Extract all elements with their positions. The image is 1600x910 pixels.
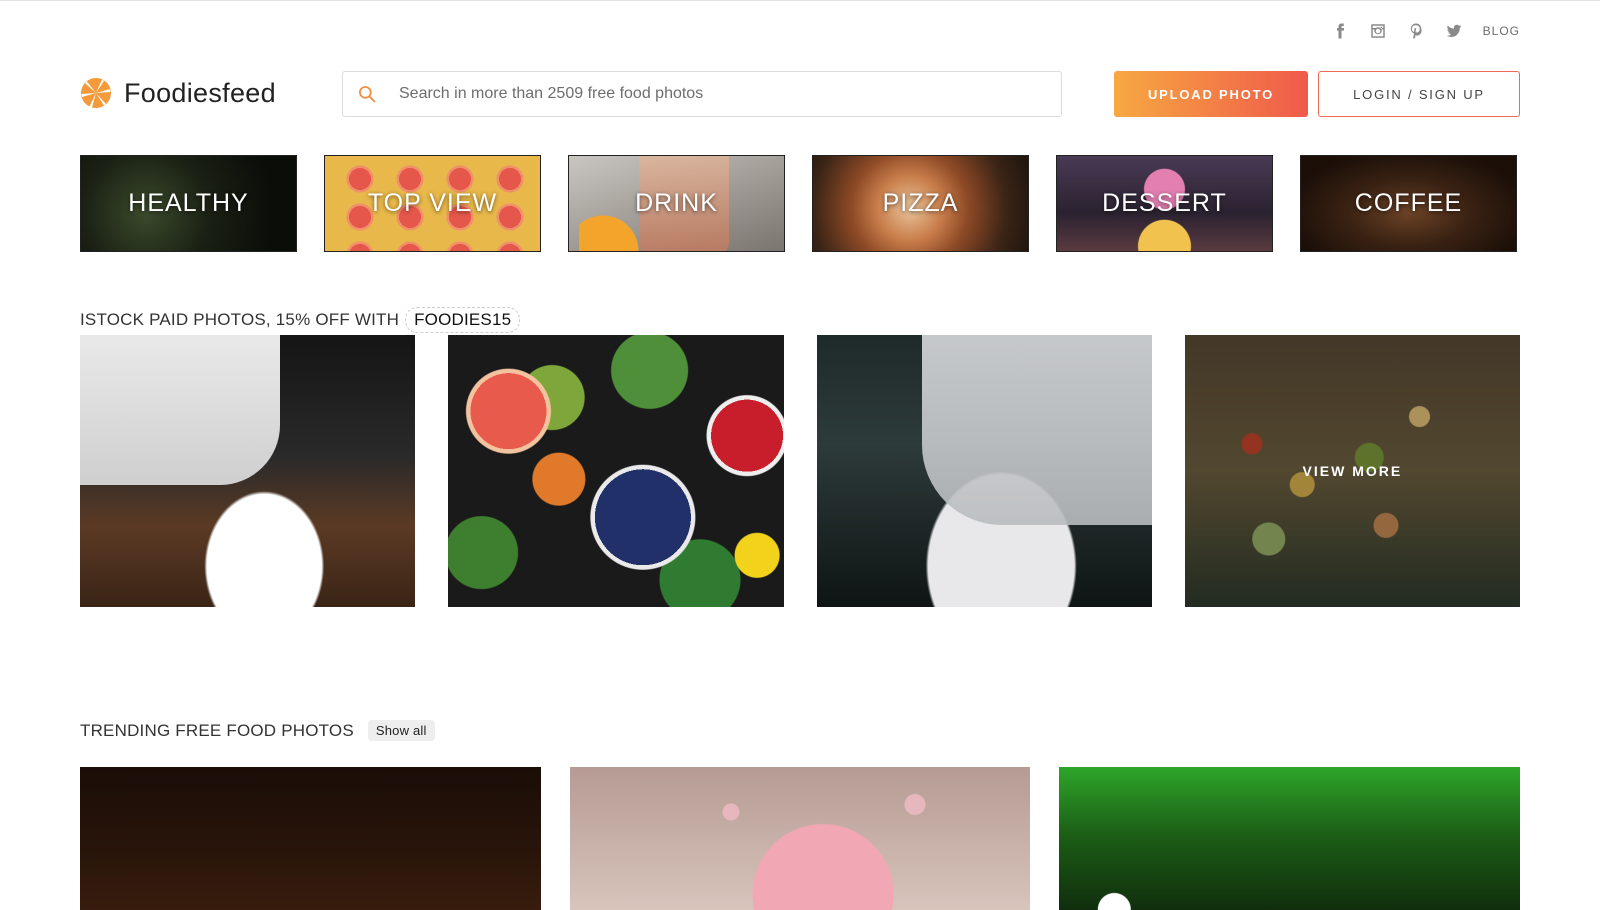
category-tiles: HEALTHY TOP VIEW DRINK PIZZA DESSERT COF… [80,155,1520,252]
trending-section-title: TRENDING FREE FOOD PHOTOS Show all [80,720,435,741]
category-label: COFFEE [1354,189,1463,217]
facebook-icon[interactable] [1331,22,1349,40]
trending-photo[interactable] [1059,767,1521,910]
category-label: DRINK [635,189,718,217]
logo[interactable]: Foodiesfeed [80,77,276,109]
pinterest-icon[interactable] [1407,22,1425,40]
view-more-label: VIEW MORE [1302,463,1403,479]
istock-title-text: ISTOCK PAID PHOTOS, 15% OFF WITH [80,310,400,329]
social-links: BLOG [1331,22,1520,40]
istock-photo-vegetables-topview[interactable] [448,335,784,607]
category-tile-dessert[interactable]: DESSERT [1056,155,1273,252]
category-tile-pizza[interactable]: PIZZA [812,155,1029,252]
category-label: HEALTHY [128,189,249,217]
search-bar[interactable] [342,71,1062,117]
blog-link[interactable]: BLOG [1483,24,1520,38]
istock-photo-grid: VIEW MORE [80,335,1520,607]
instagram-icon[interactable] [1369,22,1387,40]
category-tile-healthy[interactable]: HEALTHY [80,155,297,252]
istock-section-title: ISTOCK PAID PHOTOS, 15% OFF WITH FOODIES… [80,307,521,333]
top-divider [0,0,1600,1]
category-label: PIZZA [882,189,959,217]
upload-photo-button[interactable]: UPLOAD PHOTO [1114,71,1308,117]
category-label: DESSERT [1102,189,1227,217]
istock-photo-view-more[interactable]: VIEW MORE [1184,335,1520,607]
istock-photo-chef-tweezers[interactable] [816,335,1152,607]
brand-name: Foodiesfeed [124,77,276,108]
category-label: TOP VIEW [367,189,498,217]
chef-coat-shape [921,335,1152,525]
search-input[interactable] [399,72,1061,116]
category-tile-coffee[interactable]: COFFEE [1300,155,1517,252]
category-tile-top-view[interactable]: TOP VIEW [324,155,541,252]
search-icon [359,86,376,103]
trending-photo-grid [80,767,1521,910]
twitter-icon[interactable] [1445,22,1463,40]
istock-photo-chef-plating[interactable] [80,335,416,607]
promo-code[interactable]: FOODIES15 [405,307,521,333]
trending-photo[interactable] [569,767,1031,910]
trending-title-text: TRENDING FREE FOOD PHOTOS [80,720,354,740]
orange-slice-image [579,211,639,251]
login-signup-button[interactable]: LOGIN / SIGN UP [1318,71,1520,117]
show-all-button[interactable]: Show all [367,720,435,741]
category-tile-drink[interactable]: DRINK [568,155,785,252]
trending-photo[interactable] [80,767,541,910]
chef-coat-shape [80,335,280,485]
logo-icon [81,78,111,108]
